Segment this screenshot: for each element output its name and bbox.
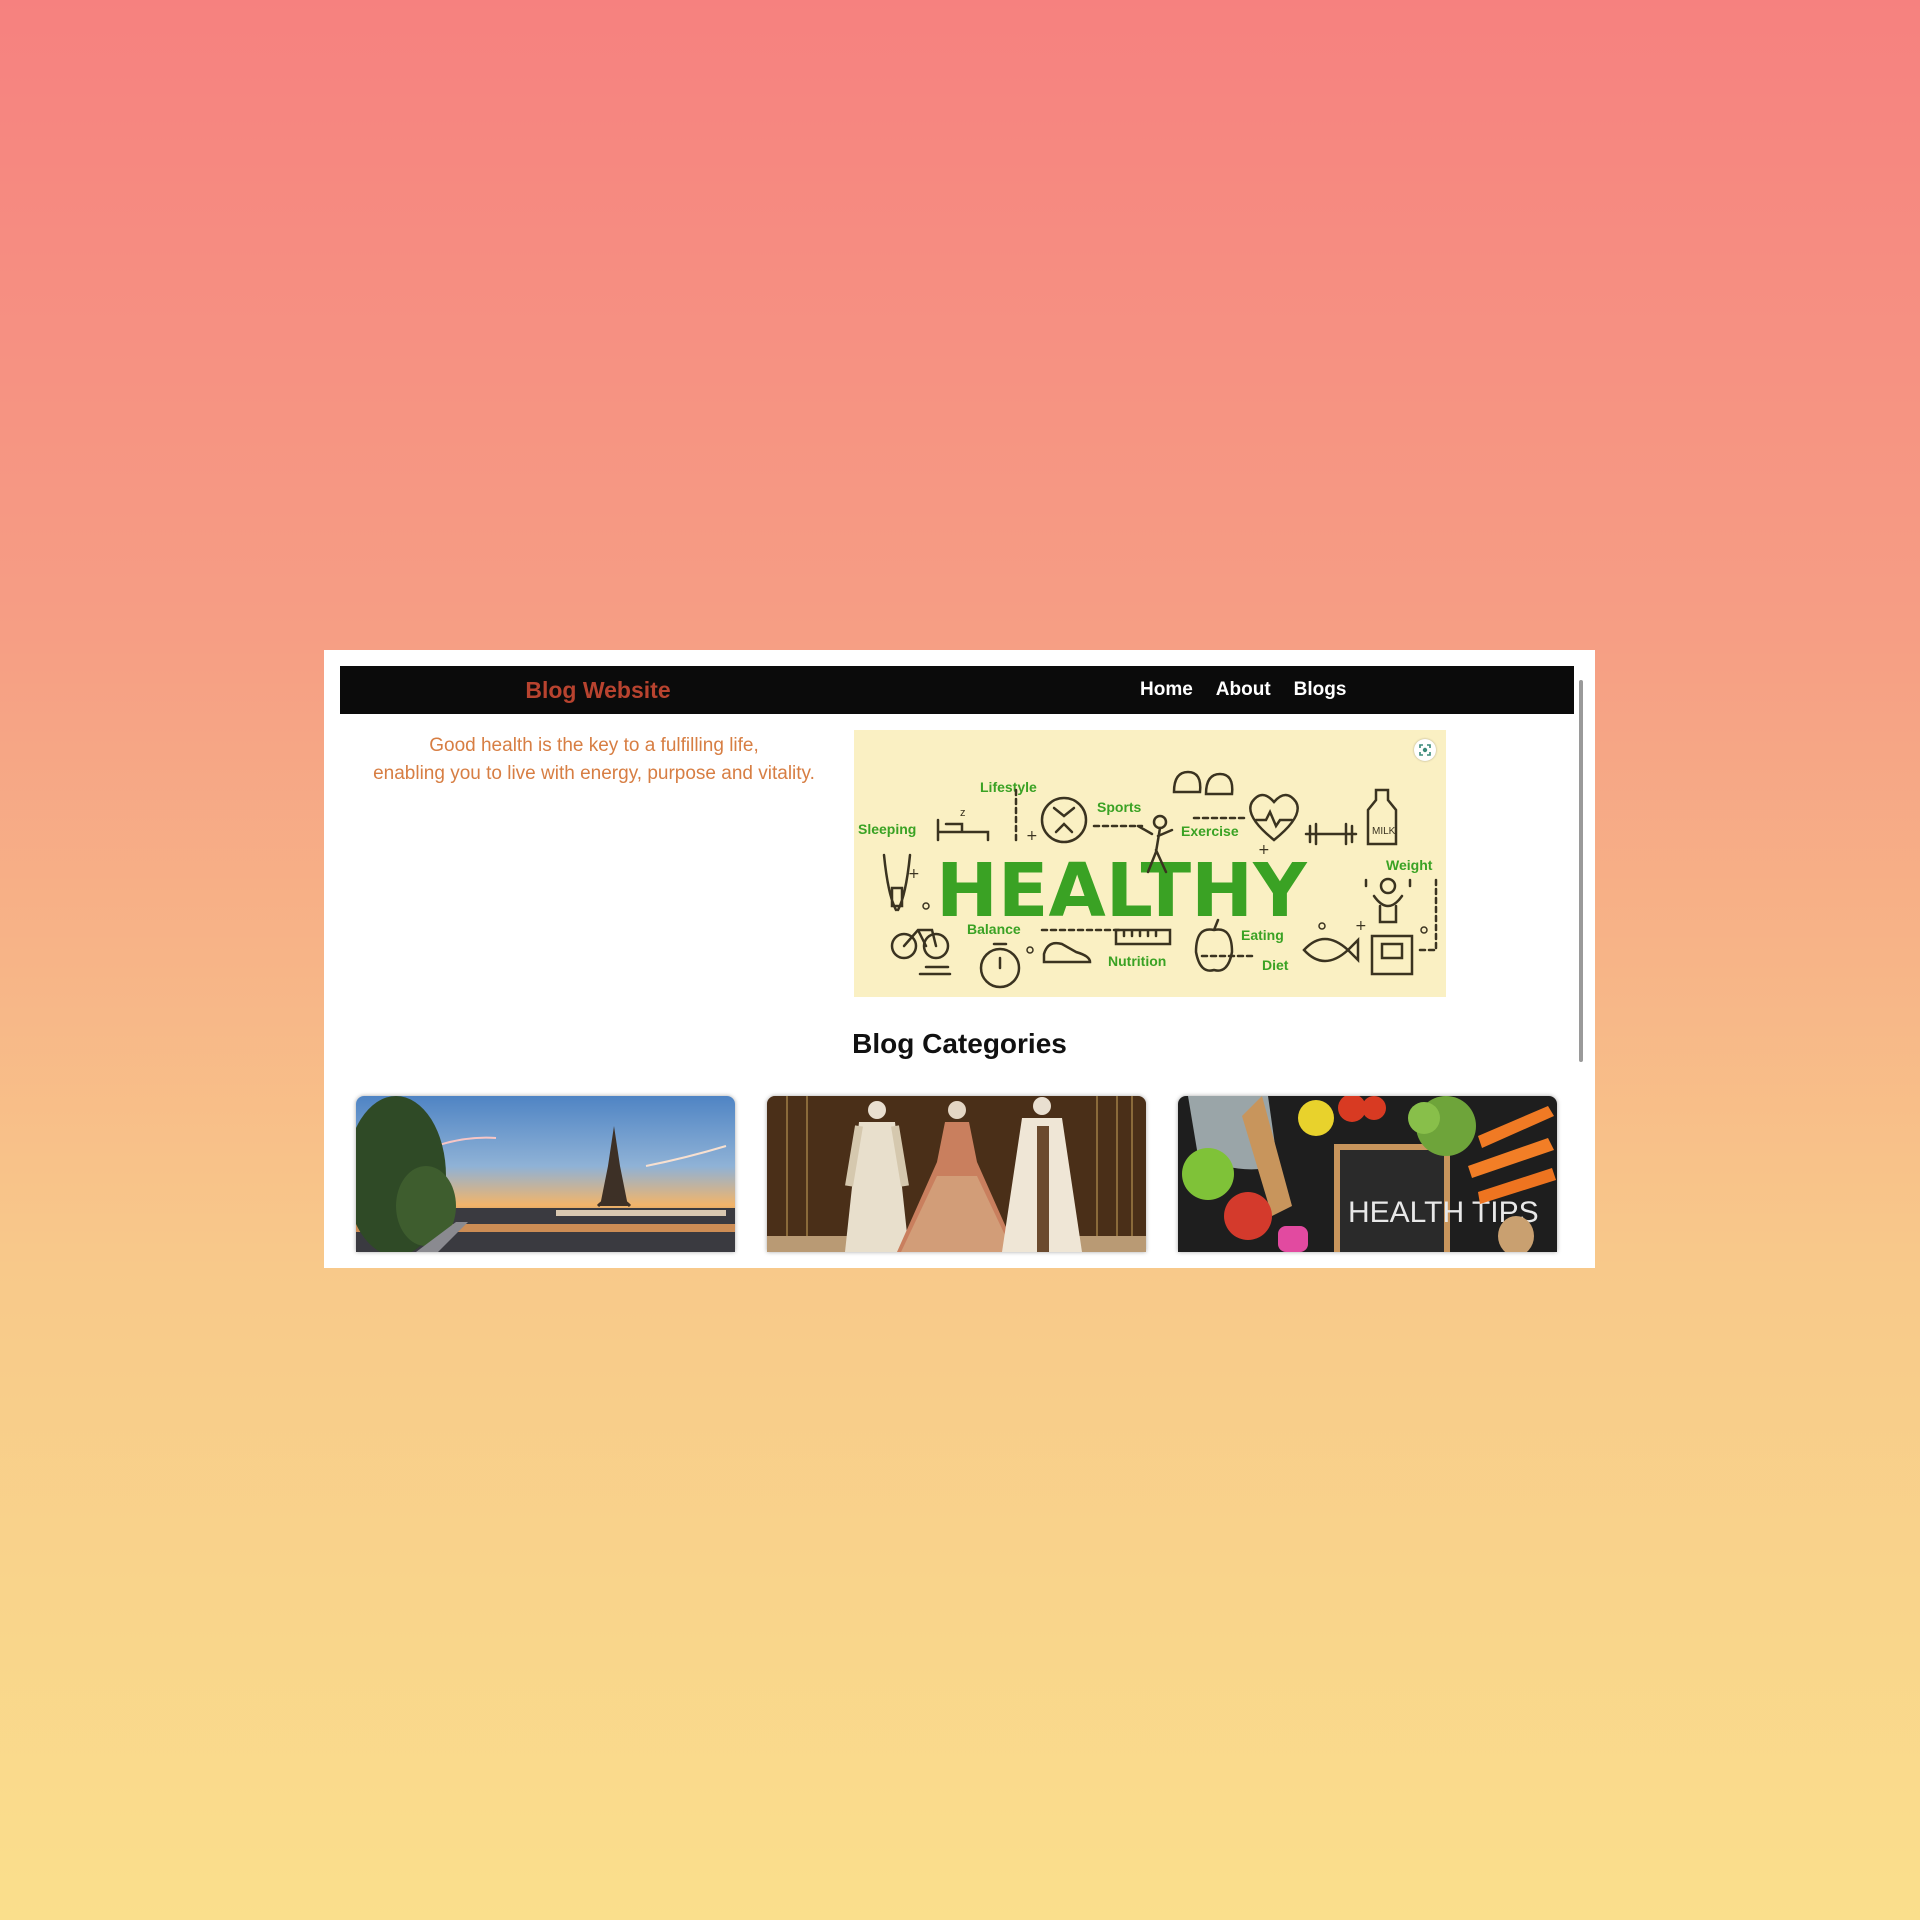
expand-image-button[interactable]	[1414, 739, 1436, 761]
word-nutrition: Nutrition	[1108, 953, 1166, 969]
word-sleeping: Sleeping	[858, 821, 916, 837]
card-image-eiffel	[356, 1096, 735, 1252]
svg-text:+: +	[1026, 828, 1038, 844]
word-sports: Sports	[1097, 799, 1142, 815]
milk-label: MILK	[1372, 826, 1396, 837]
word-exercise: Exercise	[1181, 823, 1239, 839]
svg-text:+: +	[1355, 918, 1367, 934]
card-image-health: HEALTH TIPS	[1178, 1096, 1557, 1252]
navbar: Blog Website Home About Blogs	[340, 666, 1574, 714]
healthy-headline: HEALTHY	[936, 848, 1308, 934]
expand-icon	[1419, 744, 1431, 756]
svg-text:+: +	[908, 866, 920, 882]
nav-links: Home About Blogs	[1140, 666, 1346, 714]
category-card-health[interactable]: HEALTH TIPS	[1178, 1096, 1557, 1252]
hero-tagline: Good health is the key to a fulfilling l…	[354, 732, 834, 788]
word-lifestyle: Lifestyle	[980, 779, 1037, 795]
blog-categories-title: Blog Categories	[852, 1028, 1067, 1059]
browser-window: Blog Website Home About Blogs Good healt…	[324, 650, 1595, 1268]
healthy-illustration: Lifestyle Sports Sleeping Exercise Weigh…	[858, 770, 1438, 989]
svg-text:z: z	[960, 807, 966, 819]
nav-about-link[interactable]: About	[1216, 679, 1271, 701]
category-card-fashion[interactable]	[767, 1096, 1146, 1252]
hero-tagline-line1: Good health is the key to a fulfilling l…	[429, 735, 759, 756]
nav-home-link[interactable]: Home	[1140, 679, 1193, 701]
word-weight: Weight	[1386, 857, 1433, 873]
page-scrollbar[interactable]	[1579, 680, 1583, 1062]
brand-logo[interactable]: Blog Website	[340, 666, 856, 714]
hero-healthy-image: Lifestyle Sports Sleeping Exercise Weigh…	[854, 730, 1446, 997]
category-card-travel[interactable]	[356, 1096, 735, 1252]
card-image-fashion	[767, 1096, 1146, 1252]
svg-text:+: +	[1258, 842, 1270, 858]
word-diet: Diet	[1262, 957, 1289, 973]
nav-blogs-link[interactable]: Blogs	[1294, 679, 1347, 701]
hero-tagline-line2: enabling you to live with energy, purpos…	[373, 763, 815, 784]
